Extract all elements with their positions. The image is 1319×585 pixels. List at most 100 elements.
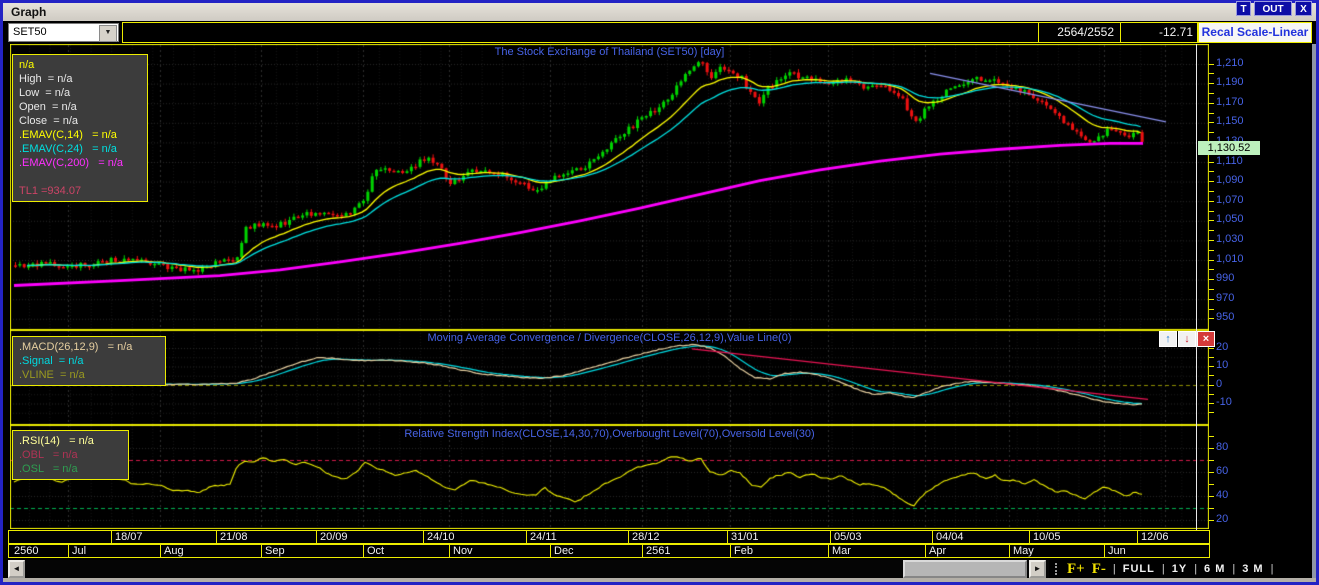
axis-tick bbox=[1209, 496, 1214, 497]
axis-tick bbox=[1209, 171, 1214, 172]
range-6m-button[interactable]: 6 M bbox=[1204, 563, 1225, 575]
symbol-select[interactable]: SET50 ▼ bbox=[8, 23, 119, 42]
axis-tick bbox=[1209, 460, 1214, 461]
range-3m-button[interactable]: 3 M bbox=[1242, 563, 1263, 575]
date-label: 05/03 bbox=[834, 531, 862, 543]
axis-label: 1,150 bbox=[1216, 115, 1244, 127]
price-legend-entry: .EMAV(C,200) = n/a bbox=[19, 157, 124, 169]
price-panel-title: The Stock Exchange of Thailand (SET50) [… bbox=[494, 46, 725, 58]
axis-label: 1,050 bbox=[1216, 213, 1244, 225]
axis-tick bbox=[1209, 122, 1214, 123]
date-label: Jul bbox=[72, 545, 87, 557]
scroll-left-button[interactable]: ◄ bbox=[8, 560, 25, 578]
axis-tick bbox=[1209, 318, 1214, 319]
date-cell-border bbox=[1104, 545, 1105, 557]
date-label: 10/05 bbox=[1033, 531, 1061, 543]
axis-tick bbox=[1209, 103, 1214, 104]
titlebar-out-button[interactable]: OUT bbox=[1254, 1, 1292, 16]
date-cell-border bbox=[216, 531, 217, 543]
axis-label: 80 bbox=[1216, 441, 1229, 453]
axis-tick bbox=[1209, 357, 1214, 358]
range-1y-button[interactable]: 1Y bbox=[1172, 563, 1187, 575]
date-cell-border bbox=[828, 545, 829, 557]
axis-label: 970 bbox=[1216, 292, 1235, 304]
bars-count-display: 2564/2552 bbox=[1038, 23, 1120, 42]
date-label: 24/10 bbox=[427, 531, 455, 543]
zoom-in-button[interactable]: F+ bbox=[1067, 561, 1085, 578]
axis-tick bbox=[1209, 366, 1214, 367]
axis-label: 1,190 bbox=[1216, 76, 1244, 88]
scrollbar-thumb[interactable] bbox=[903, 560, 1027, 578]
separator: | bbox=[1194, 563, 1198, 575]
date-label: Jun bbox=[1108, 545, 1126, 557]
title-bar: Graph bbox=[3, 3, 1316, 21]
axis-label: 1,090 bbox=[1216, 174, 1244, 186]
date-cell-border bbox=[830, 531, 831, 543]
date-cell-border bbox=[160, 545, 161, 557]
date-label: 31/01 bbox=[731, 531, 759, 543]
date-label: Aug bbox=[164, 545, 184, 557]
graph-window: Graph T OUT X SET50 ▼ 2564/2552 -12.71 R… bbox=[0, 0, 1319, 585]
date-label: 12/06 bbox=[1141, 531, 1169, 543]
zoom-out-button[interactable]: F- bbox=[1092, 561, 1106, 578]
axis-label: -10 bbox=[1216, 396, 1232, 408]
indicator-move-down-button[interactable]: ↓ bbox=[1178, 331, 1196, 347]
scrollbar-track[interactable] bbox=[8, 560, 1049, 578]
close-button[interactable]: X bbox=[1295, 1, 1312, 16]
date-cell-border bbox=[449, 545, 450, 557]
date-label: 24/11 bbox=[530, 531, 557, 543]
axis-label: 0 bbox=[1216, 378, 1223, 390]
axis-tick bbox=[1209, 394, 1214, 395]
axis-tick bbox=[1209, 93, 1214, 94]
axis-label: 1,070 bbox=[1216, 194, 1244, 206]
price-legend-entry: .EMAV(C,24) = n/a bbox=[19, 143, 117, 155]
date-label: Nov bbox=[453, 545, 473, 557]
rsi-legend-entry: .OBL = n/a bbox=[19, 449, 78, 461]
price-legend-entry: TL1 =934.07 bbox=[19, 185, 82, 197]
date-label: Feb bbox=[734, 545, 753, 557]
date-label: 2560 bbox=[14, 545, 39, 557]
zoom-toolbar: F+ F- | FULL | 1Y | 6 M | 3 M | bbox=[1049, 560, 1312, 578]
axis-tick bbox=[1209, 403, 1214, 404]
price-legend-entry: Low = n/a bbox=[19, 87, 71, 99]
axis-tick bbox=[1209, 162, 1214, 163]
indicator-move-up-button[interactable]: ↑ bbox=[1159, 331, 1177, 347]
axis-tick bbox=[1209, 201, 1214, 202]
date-label: Apr bbox=[929, 545, 947, 557]
week-date-axis: 18/07 21/08 20/09 24/10 24/11 28/12 31/01 05/03… bbox=[8, 530, 1210, 544]
axis-label: 1,030 bbox=[1216, 233, 1244, 245]
axis-label: 990 bbox=[1216, 272, 1235, 284]
axis-tick bbox=[1209, 385, 1214, 386]
toolbar-grip-icon bbox=[1055, 563, 1060, 575]
separator: | bbox=[1232, 563, 1236, 575]
price-legend-entry: High = n/a bbox=[19, 73, 73, 85]
axis-tick bbox=[1209, 484, 1214, 485]
recal-scale-button[interactable]: Recal Scale-Linear bbox=[1198, 22, 1312, 43]
macd-legend-entry: .VLINE = n/a bbox=[19, 369, 85, 381]
date-cell-border bbox=[642, 545, 643, 557]
axis-tick bbox=[1209, 211, 1214, 212]
scroll-right-button[interactable]: ► bbox=[1029, 560, 1046, 578]
price-legend-entry bbox=[19, 170, 141, 184]
axis-label: 1,210 bbox=[1216, 57, 1244, 69]
price-legend-entry: Open = n/a bbox=[19, 101, 77, 113]
date-label: Oct bbox=[367, 545, 385, 557]
date-label: 18/07 bbox=[115, 531, 143, 543]
axis-tick bbox=[1209, 289, 1214, 290]
price-macd-rsi-chart[interactable] bbox=[10, 44, 1209, 529]
range-full-button[interactable]: FULL bbox=[1123, 563, 1155, 575]
axis-tick bbox=[1209, 220, 1214, 221]
date-cell-border bbox=[730, 545, 731, 557]
titlebar-t-button[interactable]: T bbox=[1236, 1, 1251, 16]
change-display: -12.71 bbox=[1120, 23, 1199, 42]
date-label: 04/04 bbox=[936, 531, 964, 543]
chevron-down-icon[interactable]: ▼ bbox=[99, 25, 117, 42]
month-date-axis: 2560 Jul Aug Sep Oct Nov Dec 2561 Feb Mar Apr May Ju… bbox=[8, 544, 1210, 558]
indicator-close-button[interactable]: × bbox=[1197, 331, 1215, 347]
axis-tick bbox=[1209, 448, 1214, 449]
window-bottom-edge bbox=[3, 578, 1316, 582]
axis-tick bbox=[1209, 309, 1214, 310]
crosshair-cursor-line bbox=[1196, 44, 1197, 558]
axis-label: 40 bbox=[1216, 489, 1229, 501]
axis-tick bbox=[1209, 508, 1214, 509]
